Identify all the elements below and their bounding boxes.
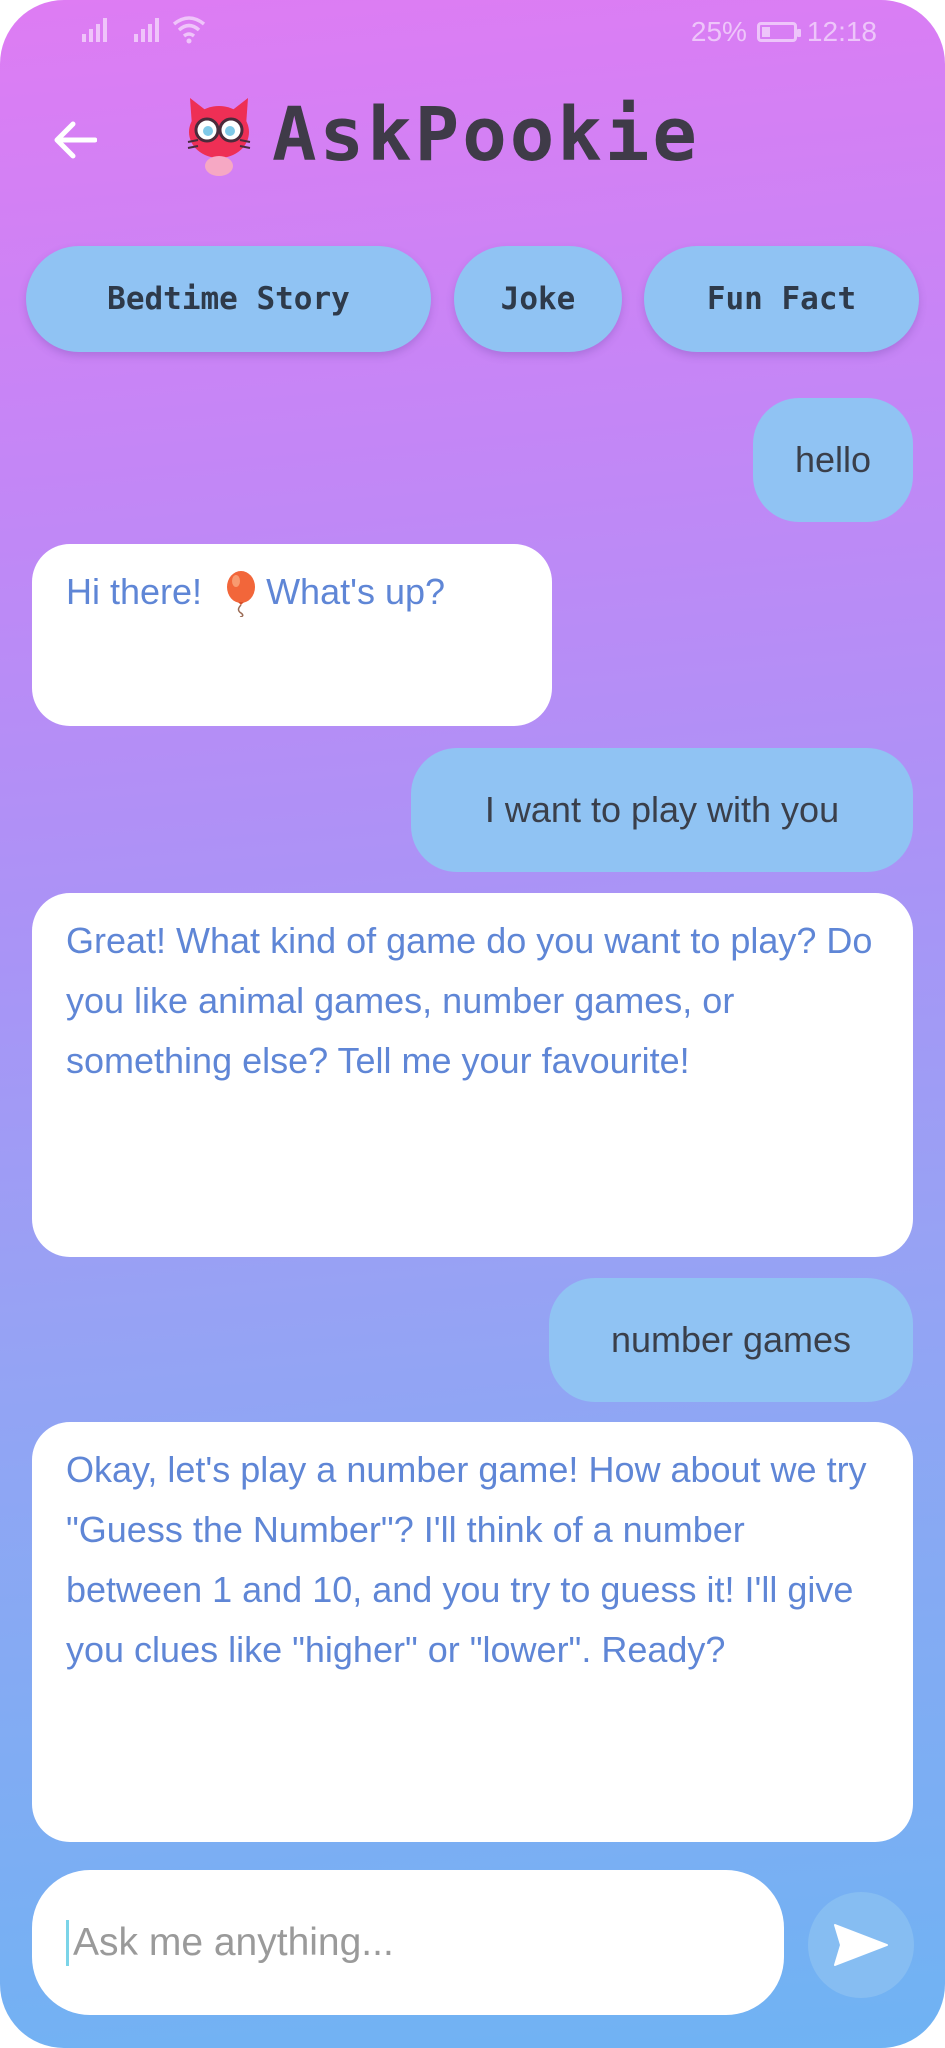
battery-icon <box>756 22 801 42</box>
bot-message: Great! What kind of game do you want to … <box>32 893 913 1257</box>
app-title: AskPookie <box>272 92 700 178</box>
wifi-icon <box>172 16 206 44</box>
message-text: I want to play with you <box>484 789 840 830</box>
bot-message: Okay, let's play a number game! How abou… <box>32 1422 913 1842</box>
message-text: What's up? <box>266 571 446 612</box>
back-button[interactable] <box>44 110 104 170</box>
message-text: number games <box>610 1319 852 1360</box>
message-text: Great! What kind of game do you want to … <box>66 920 873 1081</box>
status-bar: 25% 12:18 <box>0 14 945 54</box>
user-message: number games <box>549 1278 913 1402</box>
chip-fun-fact[interactable]: Fun Fact <box>644 246 919 352</box>
user-message: hello <box>753 398 913 522</box>
send-button[interactable] <box>808 1892 914 1998</box>
message-input[interactable] <box>66 1919 784 1966</box>
chip-joke[interactable]: Joke <box>454 246 622 352</box>
message-text: hello <box>794 439 872 480</box>
clock: 12:18 <box>806 16 877 47</box>
battery-percent: 25% <box>690 16 747 47</box>
balloon-icon <box>227 571 256 618</box>
message-text: Hi there! <box>66 571 203 612</box>
chip-bedtime-story[interactable]: Bedtime Story <box>26 246 431 352</box>
message-input-container <box>32 1870 784 2015</box>
back-arrow-icon <box>54 121 97 159</box>
signal-icon <box>82 16 107 42</box>
cat-logo-icon <box>187 98 251 176</box>
send-icon <box>834 1924 888 1966</box>
user-message: I want to play with you <box>411 748 913 872</box>
message-text: Okay, let's play a number game! How abou… <box>66 1449 867 1670</box>
phone-screen: 25% 12:18 AskPookie Bedtime Story Joke F… <box>0 0 945 2048</box>
bot-message: Hi there! What's up? <box>32 544 552 726</box>
signal-icon <box>134 16 159 42</box>
